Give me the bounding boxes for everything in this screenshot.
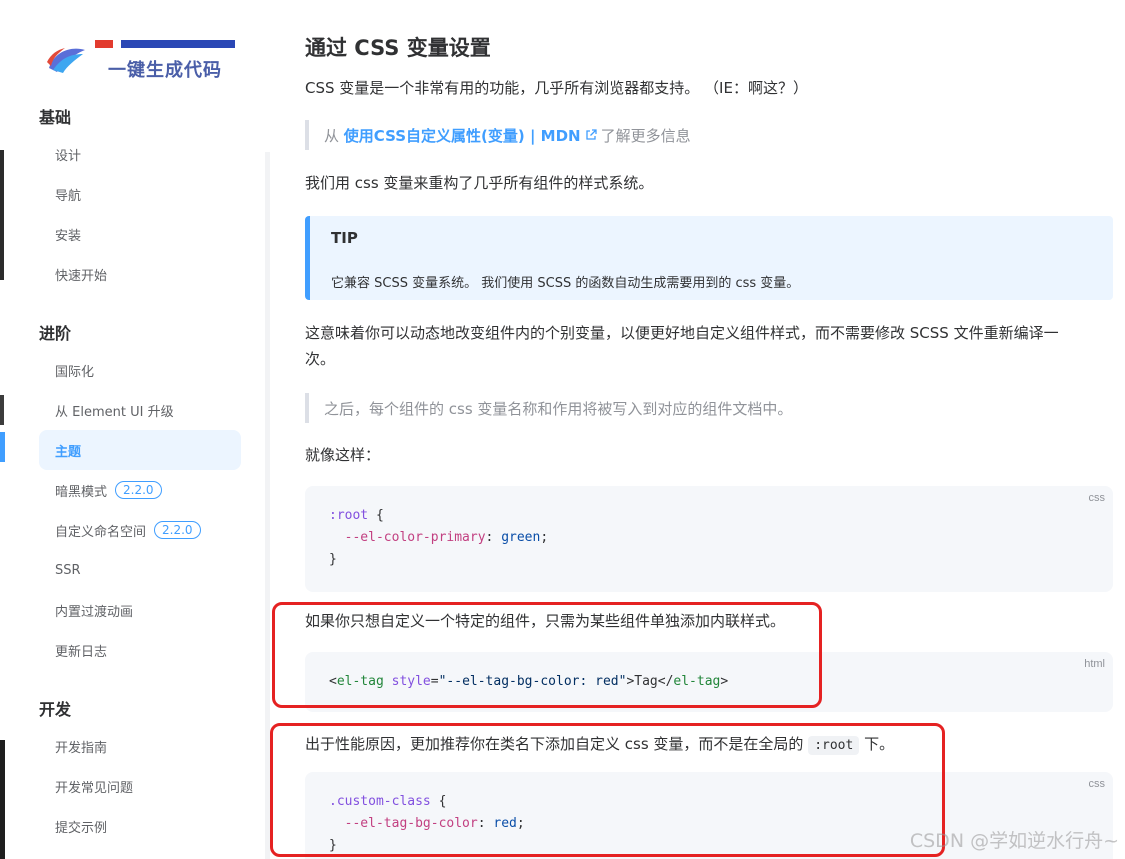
sidebar-item-label: 主题 — [55, 444, 82, 460]
intro-paragraph: CSS 变量是一个非常有用的功能，几乎所有浏览器都支持。 （IE：啊这？） — [305, 79, 808, 97]
sidebar-item-installation[interactable]: 安装 — [39, 214, 241, 254]
sidebar-item-label: 自定义命名空间 — [55, 524, 147, 540]
quote-suffix: 了解更多信息 — [600, 126, 691, 145]
paragraph: 次。 — [305, 350, 336, 368]
paragraph: 就像这样： — [305, 446, 381, 464]
sidebar-item-migration[interactable]: 从 Element UI 升级 — [39, 390, 241, 430]
external-link-icon — [585, 129, 597, 140]
logo-icon — [47, 48, 85, 73]
sidebar-item-label: 提交示例 — [55, 820, 108, 836]
sidebar-item-dev-faq[interactable]: 开发常见问题 — [39, 766, 241, 806]
paragraph: 这意味着你可以动态地改变组件内的个别变量，以便更好地自定义组件样式，而不需要修改… — [305, 324, 1059, 342]
sidebar-item-label: 内置过渡动画 — [55, 604, 134, 620]
nav-group-title-basics: 基础 — [39, 108, 72, 127]
sidebar-item-theme[interactable]: 主题 — [39, 430, 241, 470]
sidebar-item-label: 更新日志 — [55, 644, 108, 660]
quote-prefix: 从 — [324, 126, 340, 145]
sidebar-item-submit-example[interactable]: 提交示例 — [39, 806, 241, 846]
sidebar-item-label: 暗黑模式 — [55, 484, 108, 500]
quote-text: 之后，每个组件的 css 变量名称和作用将被写入到对应的组件文档中。 — [324, 399, 793, 418]
watermark: CSDN @学如逆水行舟~ — [909, 830, 1119, 852]
sidebar-item-quickstart[interactable]: 快速开始 — [39, 254, 241, 294]
logo-wordmark — [95, 40, 235, 48]
section-heading: 通过 CSS 变量设置 — [305, 36, 491, 60]
code-line: --el-color-primary: green; — [344, 530, 549, 545]
code-line: :root { — [329, 508, 384, 523]
tip-text: 它兼容 SCSS 变量系统。 我们使用 SCSS 的函数自动生成需要用到的 cs… — [331, 276, 800, 291]
sidebar-item-dark-mode[interactable]: 暗黑模式 2.2.0 — [39, 470, 241, 510]
nav-group-title-development: 开发 — [39, 700, 72, 719]
annotation-box — [272, 602, 822, 708]
annotation-box — [270, 723, 945, 857]
tip-block: TIP 它兼容 SCSS 变量系统。 我们使用 SCSS 的函数自动生成需要用到… — [305, 216, 1113, 300]
sidebar-item-label: 安装 — [55, 228, 82, 244]
code-line: } — [329, 552, 337, 567]
sidebar-item-label: 开发常见问题 — [55, 780, 134, 796]
sidebar-item-label: 设计 — [55, 148, 82, 164]
tip-title: TIP — [331, 229, 358, 247]
mdn-link[interactable]: 使用CSS自定义属性(变量) | MDN — [344, 125, 581, 146]
sidebar-item-dev-guide[interactable]: 开发指南 — [39, 726, 241, 766]
sidebar-item-design[interactable]: 设计 — [39, 134, 241, 174]
sidebar-item-label: 开发指南 — [55, 740, 108, 756]
sidebar-item-ssr[interactable]: SSR — [39, 550, 241, 590]
sidebar: 一键生成代码 基础 设计 导航 安装 快速开始 进阶 国际化 从 Element… — [7, 0, 265, 859]
logo-slogan: 一键生成代码 — [108, 60, 222, 81]
code-lang-label: css — [1088, 778, 1106, 790]
sidebar-item-label: 从 Element UI 升级 — [55, 404, 174, 420]
sidebar-item-label: 导航 — [55, 188, 82, 204]
nav-group-title-advanced: 进阶 — [39, 324, 72, 343]
sidebar-item-label: SSR — [55, 562, 81, 578]
logo[interactable]: 一键生成代码 — [45, 34, 245, 84]
version-badge: 2.2.0 — [115, 481, 162, 499]
sidebar-item-transitions[interactable]: 内置过渡动画 — [39, 590, 241, 630]
paragraph: 我们用 css 变量来重构了几乎所有组件的样式系统。 — [305, 174, 654, 192]
window-edge — [0, 0, 7, 859]
sidebar-item-label: 快速开始 — [55, 268, 108, 284]
sidebar-item-namespace[interactable]: 自定义命名空间 2.2.0 — [39, 510, 241, 550]
code-lang-label: css — [1088, 492, 1106, 504]
sidebar-item-changelog[interactable]: 更新日志 — [39, 630, 241, 670]
sidebar-item-i18n[interactable]: 国际化 — [39, 350, 241, 390]
code-block-css: css :root { --el-color-primary: green; } — [305, 486, 1113, 592]
code-lang-label: html — [1084, 658, 1105, 670]
sidebar-item-navigation[interactable]: 导航 — [39, 174, 241, 214]
mdn-quote: 从 使用CSS自定义属性(变量) | MDN 了解更多信息 — [305, 120, 691, 150]
note-quote: 之后，每个组件的 css 变量名称和作用将被写入到对应的组件文档中。 — [305, 393, 792, 423]
sidebar-item-label: 国际化 — [55, 364, 95, 380]
version-badge: 2.2.0 — [154, 521, 201, 539]
